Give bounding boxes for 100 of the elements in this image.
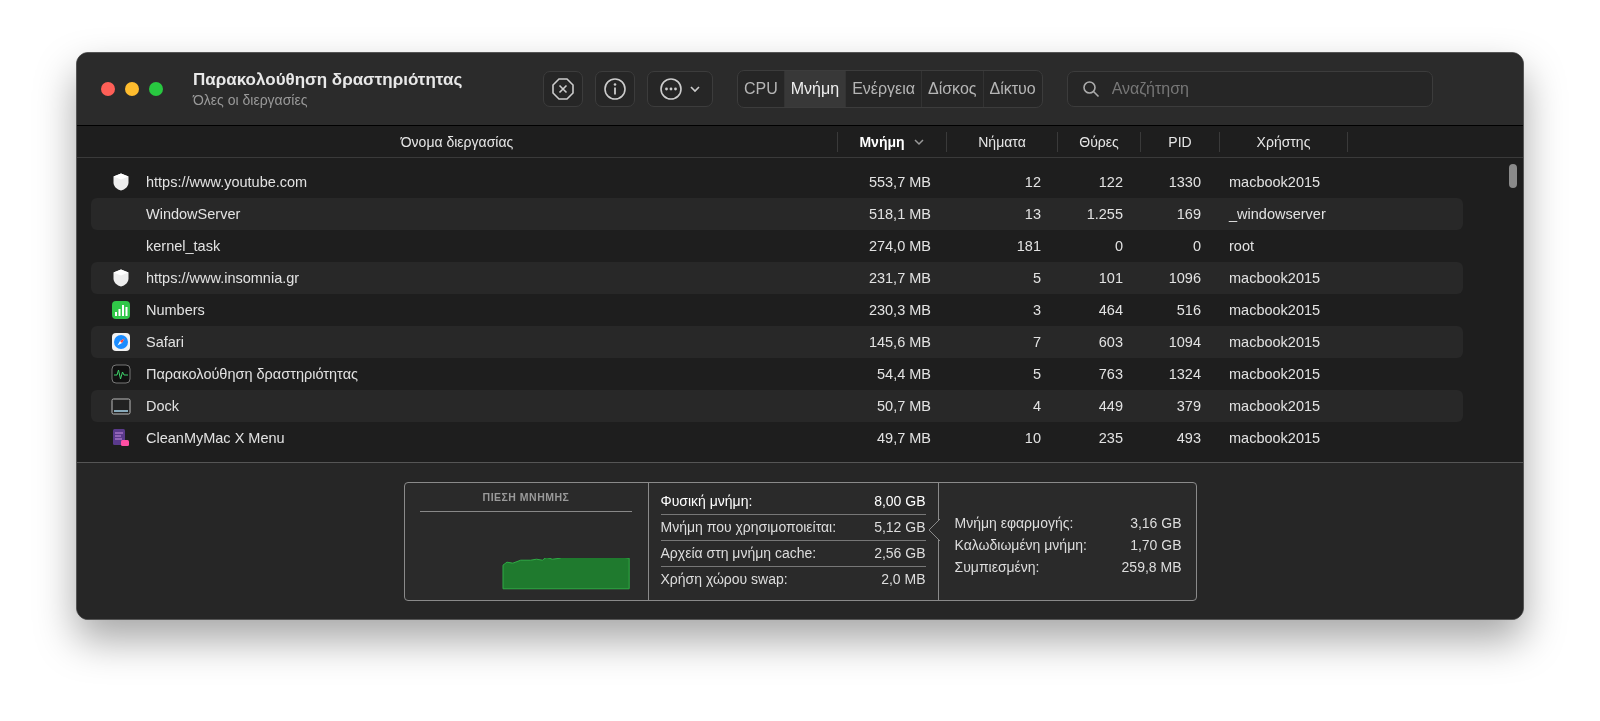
detail-value: 1,70 GB: [1130, 536, 1182, 553]
detail-label: Συμπιεσμένη:: [954, 558, 1040, 575]
process-name-cell: Numbers: [146, 302, 205, 318]
compass-app-icon: [111, 332, 131, 352]
threads-cell-text: 3: [1031, 302, 1042, 318]
shield-icon: [111, 172, 131, 192]
pid-cell-text: 1096: [1167, 270, 1202, 286]
document-app-icon: [111, 428, 131, 448]
stat-value: 8,00 GB: [874, 493, 926, 509]
ports-cell-text: 449: [1097, 398, 1124, 414]
memory-cell-text: 49,7 MB: [876, 430, 932, 446]
detail-label: Μνήμη εφαρμογής:: [954, 514, 1074, 531]
pid-cell-text: 493: [1175, 430, 1202, 446]
ports-cell-text: 0: [1113, 238, 1124, 254]
threads-cell-text: 4: [1031, 398, 1042, 414]
user-cell-text: macbook2015: [1228, 174, 1322, 190]
threads-cell-text: 181: [1015, 238, 1042, 254]
threads-cell-text: 12: [1023, 174, 1042, 190]
column-header[interactable]: Μνήμη: [838, 131, 947, 152]
column-header[interactable]: PID: [1141, 131, 1220, 152]
memory-cell-text: 145,6 MB: [867, 334, 932, 350]
memory-cell-text: 50,7 MB: [876, 398, 932, 414]
ports-cell-text: 122: [1097, 174, 1124, 190]
threads-cell-text: 7: [1031, 334, 1042, 350]
memory-pressure-title: ΠΙΕΣΗ ΜΝΗΜΗΣ: [482, 490, 570, 503]
process-name-cell: WindowServer: [146, 206, 241, 222]
search-icon: [1081, 80, 1100, 98]
view-tab[interactable]: Ενέργεια: [845, 71, 921, 107]
ports-cell-text: 603: [1097, 334, 1124, 350]
threads-cell-text: 5: [1031, 366, 1042, 382]
process-name-cell: https://www.insomnia.gr: [146, 270, 300, 286]
search-box[interactable]: Αναζήτηση: [1066, 71, 1433, 107]
process-name-cell: Dock: [146, 398, 180, 414]
view-tab[interactable]: Μνήμη: [783, 71, 846, 107]
ports-cell-text: 1.255: [1085, 206, 1124, 222]
ports-cell-text: 763: [1097, 366, 1124, 382]
stat-value: 2,56 GB: [874, 545, 926, 561]
process-name-cell: CleanMyMac X Menu: [146, 430, 285, 446]
column-header[interactable]: Όνομα διεργασίας: [77, 131, 838, 152]
dock-app-icon: [111, 396, 131, 416]
user-cell-text: macbook2015: [1228, 334, 1322, 350]
stat-value: 5,12 GB: [874, 519, 926, 535]
stat-value: 2,0 MB: [881, 571, 926, 587]
ellipsis-circle-icon: [659, 77, 683, 101]
pid-cell-text: 1094: [1167, 334, 1202, 350]
info-icon: [603, 77, 627, 101]
bar-chart-app-icon: [111, 300, 131, 320]
ports-cell-text: 464: [1097, 302, 1124, 318]
process-name-cell: Παρακολούθηση δραστηριότητας: [146, 366, 358, 382]
user-cell-text: macbook2015: [1228, 398, 1322, 414]
process-name-cell: Safari: [146, 334, 184, 350]
window-subtitle: Όλες οι διεργασίες: [193, 92, 309, 108]
detail-value: 3,16 GB: [1130, 514, 1182, 531]
memory-cell-text: 231,7 MB: [867, 270, 932, 286]
zoom-button[interactable]: [149, 82, 163, 96]
threads-cell-text: 13: [1023, 206, 1042, 222]
stat-label: Χρήση χώρου swap:: [660, 571, 788, 587]
memory-cell-text: 230,3 MB: [867, 302, 932, 318]
column-header[interactable]: Θύρες: [1058, 131, 1141, 152]
view-tab[interactable]: Δίσκος: [920, 71, 983, 107]
user-cell-text: root: [1228, 238, 1255, 254]
pid-cell-text: 379: [1175, 398, 1202, 414]
stat-label: Αρχεία στη μνήμη cache:: [660, 545, 817, 561]
user-cell-text: _windowserver: [1227, 206, 1327, 222]
close-button[interactable]: [101, 82, 115, 96]
detail-value: 259,8 MB: [1121, 558, 1182, 575]
user-cell-text: macbook2015: [1228, 430, 1322, 446]
view-tab[interactable]: CPU: [738, 71, 784, 107]
user-cell-text: macbook2015: [1228, 270, 1322, 286]
memory-cell-text: 518,1 MB: [867, 206, 932, 222]
search-field[interactable]: Αναζήτηση: [1109, 79, 1414, 99]
column-header[interactable]: Νήματα: [947, 131, 1058, 152]
chevron-down-icon: [689, 83, 701, 95]
threads-cell-text: 5: [1031, 270, 1042, 286]
memory-cell-text: 274,0 MB: [867, 238, 932, 254]
pid-cell-text: 516: [1175, 302, 1202, 318]
threads-cell-text: 10: [1023, 430, 1042, 446]
more-actions-button[interactable]: [647, 71, 713, 107]
pid-cell-text: 0: [1191, 238, 1202, 254]
pid-cell-text: 1324: [1167, 366, 1202, 382]
stop-process-button[interactable]: [543, 71, 583, 107]
view-tab[interactable]: Δίκτυο: [982, 71, 1042, 107]
pid-cell-text: 1330: [1167, 174, 1202, 190]
column-header[interactable]: Χρήστης: [1220, 131, 1348, 152]
user-cell-text: macbook2015: [1228, 366, 1322, 382]
detail-label: Καλωδιωμένη μνήμη:: [954, 536, 1087, 553]
memory-cell-text: 54,4 MB: [876, 366, 932, 382]
info-button[interactable]: [595, 71, 635, 107]
scrollbar-thumb[interactable]: [1509, 164, 1517, 188]
stop-octagon-icon: [551, 77, 575, 101]
ports-cell-text: 235: [1097, 430, 1124, 446]
user-cell-text: macbook2015: [1228, 302, 1322, 318]
memory-cell-text: 553,7 MB: [867, 174, 932, 190]
process-name-cell: kernel_task: [146, 238, 221, 254]
stat-label: Μνήμη που χρησιμοποιείται:: [660, 519, 837, 535]
ports-cell-text: 101: [1097, 270, 1124, 286]
process-name-cell: https://www.youtube.com: [146, 174, 308, 190]
window-title: Παρακολούθηση δραστηριότητας: [193, 70, 464, 90]
minimize-button[interactable]: [125, 82, 139, 96]
monitor-graph-icon: [111, 364, 131, 384]
